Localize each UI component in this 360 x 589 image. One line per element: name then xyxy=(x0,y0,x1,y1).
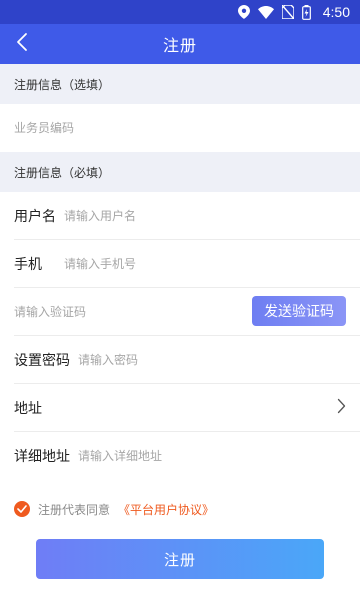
page-title: 注册 xyxy=(162,36,197,55)
username-input[interactable] xyxy=(64,204,346,228)
address-label: 地址 xyxy=(14,401,42,417)
check-icon[interactable] xyxy=(14,501,30,517)
password-row: 设置密码 xyxy=(0,336,360,384)
section-header-required: 注册信息（必填） xyxy=(0,152,360,192)
section-header-optional: 注册信息（选填） xyxy=(0,64,360,104)
username-row: 用户名 xyxy=(0,192,360,240)
phone-row: 手机 xyxy=(0,240,360,288)
location-icon xyxy=(237,5,250,19)
password-input[interactable] xyxy=(78,348,346,372)
verification-code-input[interactable] xyxy=(14,300,234,324)
battery-icon xyxy=(301,4,311,20)
phone-input[interactable] xyxy=(64,252,346,276)
status-bar: 4:50 xyxy=(0,0,360,24)
chevron-left-icon xyxy=(16,32,28,56)
salesperson-code-row xyxy=(0,104,360,152)
agreement: 注册代表同意 《平台用户协议》 xyxy=(14,498,214,520)
detail-address-row: 详细地址 xyxy=(0,432,360,480)
chevron-right-icon xyxy=(337,398,346,418)
detail-address-label: 详细地址 xyxy=(14,449,70,465)
password-label: 设置密码 xyxy=(14,353,70,369)
detail-address-input[interactable] xyxy=(78,444,346,468)
username-label: 用户名 xyxy=(14,209,56,225)
agreement-link[interactable]: 《平台用户协议》 xyxy=(118,501,214,518)
address-row[interactable]: 地址 xyxy=(0,384,360,432)
app-bar: 注册 xyxy=(0,24,360,64)
status-icons: 4:50 xyxy=(237,4,350,20)
back-button[interactable] xyxy=(10,32,34,56)
wifi-icon xyxy=(257,5,274,19)
send-code-button[interactable]: 发送验证码 xyxy=(252,296,346,326)
status-time: 4:50 xyxy=(322,4,350,20)
salesperson-code-input[interactable] xyxy=(14,116,346,140)
register-button[interactable]: 注册 xyxy=(36,539,324,579)
verification-row: 发送验证码 xyxy=(0,288,360,336)
no-sim-icon xyxy=(281,5,294,19)
agreement-text: 注册代表同意 xyxy=(38,502,111,517)
phone-label: 手机 xyxy=(14,257,42,273)
